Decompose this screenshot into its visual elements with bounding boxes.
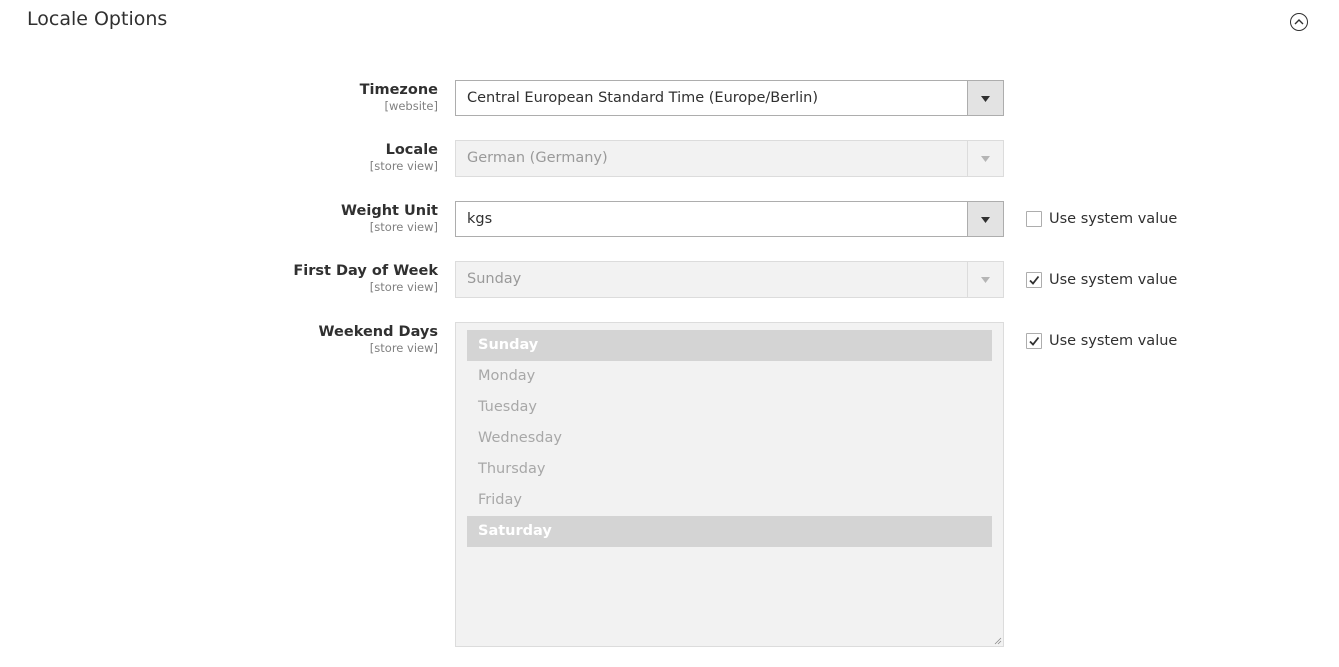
- timezone-scope: [website]: [384, 99, 438, 113]
- first-day-select-arrow[interactable]: [967, 262, 1003, 297]
- weekend-days-scope: [store view]: [369, 341, 438, 355]
- first-day-label-group: First Day of Week [store view]: [293, 262, 438, 294]
- timezone-select-value: Central European Standard Time (Europe/B…: [467, 90, 819, 106]
- weekend-option-saturday[interactable]: Saturday: [467, 516, 992, 547]
- locale-scope: [store view]: [369, 159, 438, 173]
- locale-select-value: German (Germany): [467, 150, 608, 166]
- triangle-down-icon: [981, 156, 990, 162]
- weekend-option-wednesday[interactable]: Wednesday: [467, 423, 992, 454]
- timezone-select[interactable]: Central European Standard Time (Europe/B…: [455, 80, 1004, 116]
- weight-unit-use-system-checkbox[interactable]: [1026, 211, 1042, 227]
- weekend-days-use-system-checkbox[interactable]: [1026, 333, 1042, 349]
- weekend-option-thursday[interactable]: Thursday: [467, 454, 992, 485]
- weekend-option-tuesday[interactable]: Tuesday: [467, 392, 992, 423]
- weekend-option-sunday[interactable]: Sunday: [467, 330, 992, 361]
- locale-select-arrow[interactable]: [967, 141, 1003, 176]
- chevron-up-icon: [1294, 19, 1304, 25]
- weight-unit-select-arrow[interactable]: [967, 202, 1003, 236]
- first-day-use-system-value[interactable]: Use system value: [1026, 272, 1177, 288]
- timezone-label-group: Timezone [website]: [360, 81, 438, 113]
- collapse-section-button[interactable]: [1290, 13, 1308, 31]
- first-day-use-system-checkbox[interactable]: [1026, 272, 1042, 288]
- weekend-days-multiselect[interactable]: Sunday Monday Tuesday Wednesday Thursday…: [455, 322, 1004, 647]
- weight-unit-use-system-value[interactable]: Use system value: [1026, 211, 1177, 227]
- checkmark-icon: [1029, 275, 1040, 285]
- first-day-select[interactable]: Sunday: [455, 261, 1004, 298]
- weight-unit-scope: [store view]: [369, 220, 438, 234]
- timezone-label: Timezone: [359, 82, 438, 98]
- resize-handle-icon[interactable]: [994, 637, 1002, 645]
- locale-label: Locale: [385, 142, 438, 158]
- weight-unit-select-value: kgs: [467, 211, 493, 227]
- locale-label-group: Locale [store view]: [370, 141, 438, 173]
- weekend-days-label: Weekend Days: [318, 324, 438, 340]
- triangle-down-icon: [981, 277, 990, 283]
- checkmark-icon: [1029, 336, 1040, 346]
- triangle-down-icon: [981, 217, 990, 223]
- first-day-select-value: Sunday: [467, 271, 522, 287]
- first-day-use-system-label: Use system value: [1049, 272, 1178, 288]
- weight-unit-use-system-label: Use system value: [1049, 211, 1178, 227]
- first-day-scope: [store view]: [369, 280, 438, 294]
- timezone-select-arrow[interactable]: [967, 81, 1003, 115]
- weight-unit-select[interactable]: kgs: [455, 201, 1004, 237]
- locale-select[interactable]: German (Germany): [455, 140, 1004, 177]
- weight-unit-label: Weight Unit: [341, 203, 438, 219]
- weekend-days-label-group: Weekend Days [store view]: [319, 323, 438, 355]
- weekend-days-use-system-label: Use system value: [1049, 333, 1178, 349]
- triangle-down-icon: [981, 96, 990, 102]
- weekend-days-use-system-value[interactable]: Use system value: [1026, 333, 1177, 349]
- section-title: Locale Options: [27, 8, 168, 30]
- weekend-option-friday[interactable]: Friday: [467, 485, 992, 516]
- weight-unit-label-group: Weight Unit [store view]: [341, 202, 438, 234]
- weekend-option-monday[interactable]: Monday: [467, 361, 992, 392]
- first-day-label: First Day of Week: [293, 263, 438, 279]
